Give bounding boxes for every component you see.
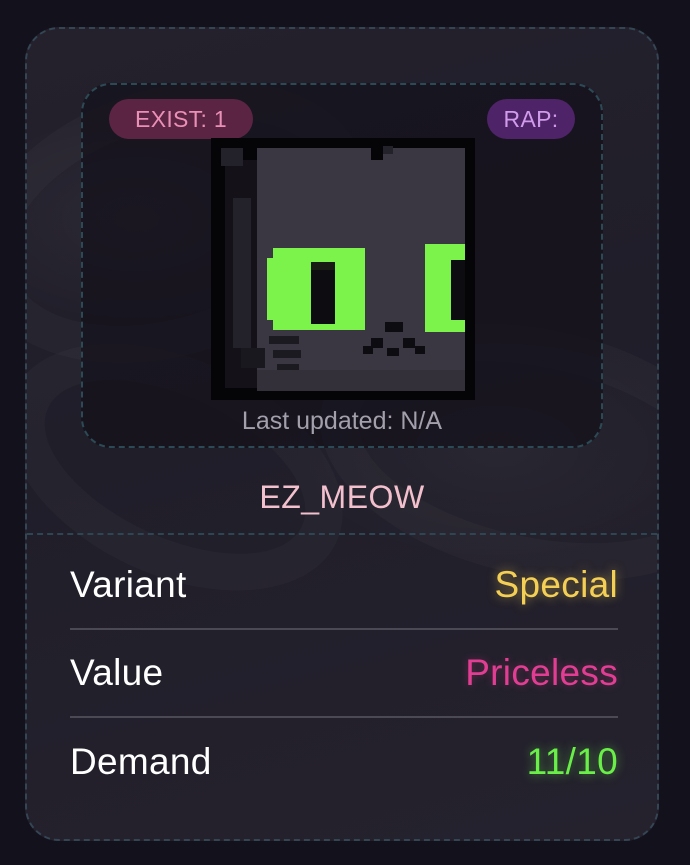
stats-list: Variant Special Value Priceless Demand 1…: [70, 534, 618, 806]
stat-row-value: Value Priceless: [70, 630, 618, 718]
rap-badge: RAP:: [487, 99, 575, 139]
pixel-cat-icon: [211, 138, 475, 400]
stat-label: Variant: [70, 564, 187, 605]
stat-label: Value: [70, 652, 164, 693]
item-image: [211, 138, 475, 400]
item-image-panel: EXIST: 1 RAP: Last updated: N/A: [81, 83, 603, 448]
exist-count-badge: EXIST: 1: [109, 99, 253, 139]
stat-row-demand: Demand 11/10: [70, 718, 618, 806]
stat-value-variant: Special: [494, 564, 618, 605]
stat-value-value: Priceless: [465, 652, 618, 693]
last-updated-text: Last updated: N/A: [241, 407, 443, 435]
stat-label: Demand: [70, 741, 212, 782]
item-card: EXIST: 1 RAP: Last updated: N/A EZ_MEOW …: [25, 27, 659, 841]
page: EXIST: 1 RAP: Last updated: N/A EZ_MEOW …: [0, 0, 690, 865]
item-name: EZ_MEOW: [259, 479, 425, 515]
stat-value-demand: 11/10: [526, 741, 618, 782]
stat-row-variant: Variant Special: [70, 534, 618, 630]
